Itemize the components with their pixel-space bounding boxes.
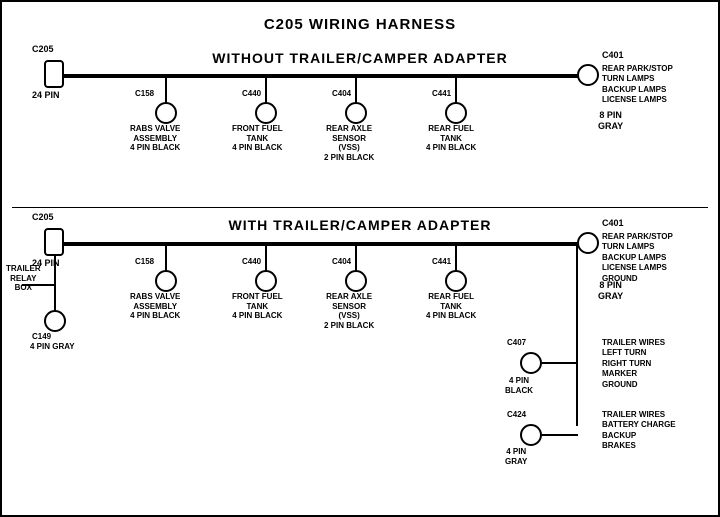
c440-circle-1	[255, 102, 277, 124]
c158-circle-1	[155, 102, 177, 124]
bus-line-1	[62, 74, 593, 78]
c149-circle	[44, 310, 66, 332]
c404-info-2: REAR AXLESENSOR(VSS)2 PIN BLACK	[324, 292, 374, 330]
c407-pins: 4 PINBLACK	[505, 376, 533, 395]
c158-label-1: C158	[135, 89, 154, 99]
left-connector-2	[44, 228, 64, 256]
c407-info: TRAILER WIRESLEFT TURNRIGHT TURNMARKERGR…	[602, 338, 665, 390]
c401-label-2: C401	[602, 218, 624, 229]
bus-line-2	[62, 242, 593, 246]
c149-label: C149	[32, 332, 51, 342]
c205-pins-1: 24 PIN	[32, 90, 60, 101]
c440-circle-2	[255, 270, 277, 292]
c440-label-1: C440	[242, 89, 261, 99]
c401-pins-1: 8 PINGRAY	[598, 110, 623, 132]
c401-info-2: REAR PARK/STOPTURN LAMPSBACKUP LAMPSLICE…	[602, 232, 673, 284]
c424-info: TRAILER WIRESBATTERY CHARGEBACKUPBRAKES	[602, 410, 676, 452]
c407-circle	[520, 352, 542, 374]
c441-circle-1	[445, 102, 467, 124]
c441-circle-2	[445, 270, 467, 292]
right-connector-circle-1	[577, 64, 599, 86]
c158-info-1: RABS VALVEASSEMBLY4 PIN BLACK	[130, 124, 180, 153]
c158-label-2: C158	[135, 257, 154, 267]
c404-info-1: REAR AXLESENSOR(VSS)2 PIN BLACK	[324, 124, 374, 162]
c440-info-2: FRONT FUELTANK4 PIN BLACK	[232, 292, 283, 321]
c440-info-1: FRONT FUELTANK4 PIN BLACK	[232, 124, 283, 153]
c407-label: C407	[507, 338, 526, 348]
c401-label-1: C401	[602, 50, 624, 61]
page: C205 WIRING HARNESS WITHOUT TRAILER/CAMP…	[0, 0, 720, 517]
c404-circle-1	[345, 102, 367, 124]
c441-info-2: REAR FUELTANK4 PIN BLACK	[426, 292, 476, 321]
hline-c424	[542, 434, 578, 436]
hline-c407	[542, 362, 578, 364]
c441-info-1: REAR FUELTANK4 PIN BLACK	[426, 124, 476, 153]
vert-right-main	[576, 246, 578, 426]
c401-info-1: REAR PARK/STOPTURN LAMPSBACKUP LAMPSLICE…	[602, 64, 673, 106]
c424-circle	[520, 424, 542, 446]
vert-relay	[54, 256, 56, 286]
trailer-relay-label: TRAILERRELAYBOX	[6, 264, 41, 293]
left-connector-1	[44, 60, 64, 88]
c424-label: C424	[507, 410, 526, 420]
section2-label: WITH TRAILER/CAMPER ADAPTER	[122, 217, 598, 233]
c205-label-2: C205	[32, 212, 54, 223]
c440-label-2: C440	[242, 257, 261, 267]
c158-circle-2	[155, 270, 177, 292]
c149-pins: 4 PIN GRAY	[30, 342, 75, 352]
c441-label-1: C441	[432, 89, 451, 99]
c441-label-2: C441	[432, 257, 451, 267]
c404-label-2: C404	[332, 257, 351, 267]
section1-label: WITHOUT TRAILER/CAMPER ADAPTER	[122, 50, 598, 66]
c404-label-1: C404	[332, 89, 351, 99]
c205-label-1: C205	[32, 44, 54, 55]
divider	[12, 207, 708, 208]
vert-c149	[54, 284, 56, 312]
c424-pins: 4 PINGRAY	[505, 447, 527, 466]
c158-info-2: RABS VALVEASSEMBLY4 PIN BLACK	[130, 292, 180, 321]
c404-circle-2	[345, 270, 367, 292]
c401-pins-2: 8 PINGRAY	[598, 280, 623, 302]
page-title: C205 WIRING HARNESS	[2, 8, 718, 33]
right-connector-circle-2	[577, 232, 599, 254]
